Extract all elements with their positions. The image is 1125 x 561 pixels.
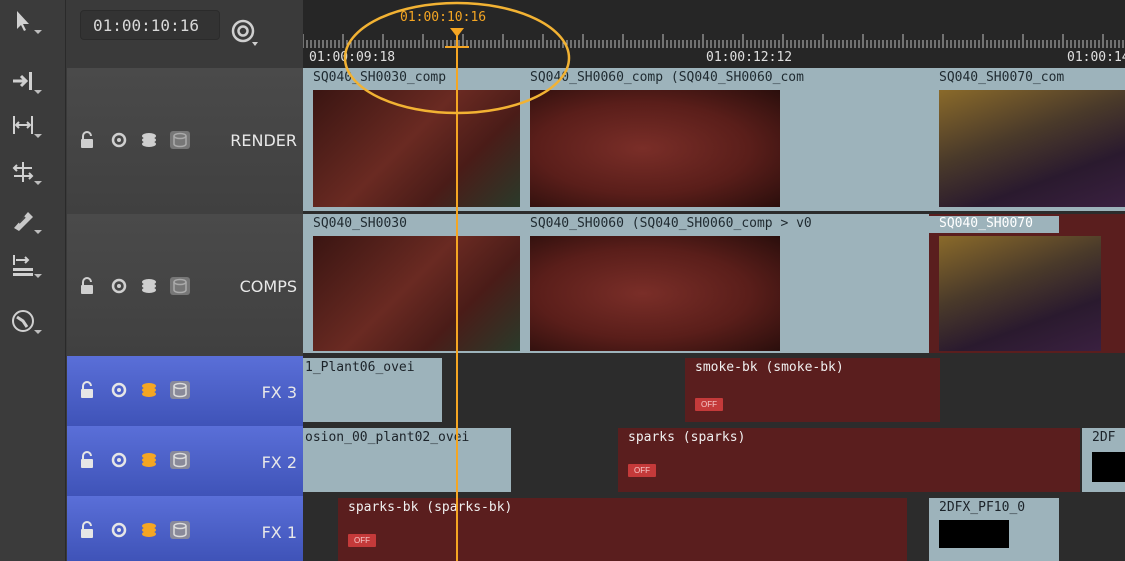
track-label: FX 3 <box>261 383 297 402</box>
clip-comps-sh0030[interactable]: SQ040_SH0030 <box>303 214 522 353</box>
lock-icon[interactable] <box>79 277 99 299</box>
track-controls <box>79 276 191 300</box>
clip-fx1-sparks-bk[interactable]: sparks-bk (sparks-bk) OFF <box>338 498 907 561</box>
blend-layers-icon[interactable] <box>139 521 159 543</box>
clip-title: sparks (sparks) <box>628 430 746 445</box>
ruler-label: 01:00:14 <box>1067 50 1125 65</box>
retime-tool-icon[interactable] <box>8 250 42 280</box>
razor-tool-icon[interactable] <box>8 206 42 236</box>
lock-icon[interactable] <box>79 381 99 403</box>
blend-layers-icon[interactable] <box>139 131 159 153</box>
clip-title: SQ040_SH0070_com <box>939 70 1065 85</box>
eye-icon[interactable] <box>109 277 129 299</box>
track-label: COMPS <box>239 277 297 296</box>
lock-icon[interactable] <box>79 451 99 473</box>
clip-title: 1_Plant06_ovei <box>305 360 415 375</box>
track-label: RENDER <box>230 131 297 150</box>
highlight-ellipse <box>343 1 571 115</box>
clip-title: SQ040_SH0070 <box>929 216 1059 233</box>
clip-title: osion_00_plant02_ovei <box>305 430 470 445</box>
track-controls <box>79 130 191 154</box>
clip-fx3-plant06[interactable]: 1_Plant06_ovei <box>303 358 442 422</box>
lock-icon[interactable] <box>79 521 99 543</box>
eye-icon[interactable] <box>109 131 129 153</box>
clip-thumbnail <box>313 236 520 351</box>
clip-title: sparks-bk (sparks-bk) <box>348 500 513 515</box>
clip-title: SQ040_SH0060 (SQ040_SH0060_comp > v0 <box>530 216 812 231</box>
current-timecode-field[interactable]: 01:00:10:16 <box>80 10 220 40</box>
track-controls <box>79 450 191 474</box>
clip-title: smoke-bk (smoke-bk) <box>695 360 844 375</box>
blend-layers-icon[interactable] <box>139 381 159 403</box>
track-header-fx3[interactable]: FX 3 <box>67 356 303 429</box>
track-controls <box>79 520 191 544</box>
track-header-fx1[interactable]: FX 1 <box>67 496 303 561</box>
off-badge: OFF <box>348 534 376 547</box>
timeline-app: 01:00:10:16 01:00:09:18 01:00:12:12 01:0… <box>0 0 1125 561</box>
track-header-comps[interactable]: COMPS <box>67 214 303 359</box>
zoom-tool-icon[interactable] <box>8 306 42 336</box>
roll-tool-icon[interactable] <box>8 157 42 187</box>
clip-render-sh0060[interactable]: SQ040_SH0060_comp (SQ040_SH0060_com <box>520 68 931 211</box>
snap-icon[interactable] <box>230 18 260 48</box>
ruler-label: 01:00:12:12 <box>706 50 793 65</box>
tool-palette <box>0 0 66 561</box>
database-icon[interactable] <box>169 450 191 474</box>
clip-thumbnail <box>530 236 780 351</box>
clip-render-sh0070[interactable]: SQ040_SH0070_com <box>929 68 1125 211</box>
track-label: FX 2 <box>261 453 297 472</box>
track-header-render[interactable]: RENDER <box>67 68 303 217</box>
database-icon[interactable] <box>169 130 191 154</box>
blend-layers-icon[interactable] <box>139 451 159 473</box>
slip-tool-icon[interactable] <box>8 110 42 140</box>
clip-fx2-plant02[interactable]: osion_00_plant02_ovei <box>303 428 511 492</box>
clip-fx2-2dfx[interactable]: 2DF <box>1082 428 1125 492</box>
clip-thumbnail <box>1092 452 1125 482</box>
off-badge: OFF <box>628 464 656 477</box>
clip-thumbnail <box>939 520 1009 548</box>
clip-title: 2DF <box>1092 430 1116 445</box>
track-controls <box>79 380 191 404</box>
eye-icon[interactable] <box>109 381 129 403</box>
clip-title: 2DFX_PF10_0 <box>939 500 1026 515</box>
off-badge: OFF <box>695 398 723 411</box>
clip-fx2-sparks[interactable]: sparks (sparks) OFF <box>618 428 1080 492</box>
track-header-fx2[interactable]: FX 2 <box>67 426 303 499</box>
clip-fx1-2dfx[interactable]: 2DFX_PF10_0 <box>929 498 1059 561</box>
clip-title: SQ040_SH0030 <box>313 216 407 231</box>
clip-fx3-smoke-bk[interactable]: smoke-bk (smoke-bk) OFF <box>685 358 940 422</box>
clip-comps-sh0060[interactable]: SQ040_SH0060 (SQ040_SH0060_comp > v0 <box>520 214 931 353</box>
database-icon[interactable] <box>169 276 191 300</box>
track-select-tool-icon[interactable] <box>8 66 42 96</box>
eye-icon[interactable] <box>109 451 129 473</box>
clip-thumbnail <box>939 236 1101 351</box>
lock-icon[interactable] <box>79 131 99 153</box>
database-icon[interactable] <box>169 380 191 404</box>
blend-layers-icon[interactable] <box>139 277 159 299</box>
pointer-tool-icon[interactable] <box>8 6 42 36</box>
eye-icon[interactable] <box>109 521 129 543</box>
track-label: FX 1 <box>261 523 297 542</box>
clip-comps-sh0070[interactable]: SQ040_SH0070 <box>929 214 1125 353</box>
clip-thumbnail <box>939 90 1125 207</box>
database-icon[interactable] <box>169 520 191 544</box>
